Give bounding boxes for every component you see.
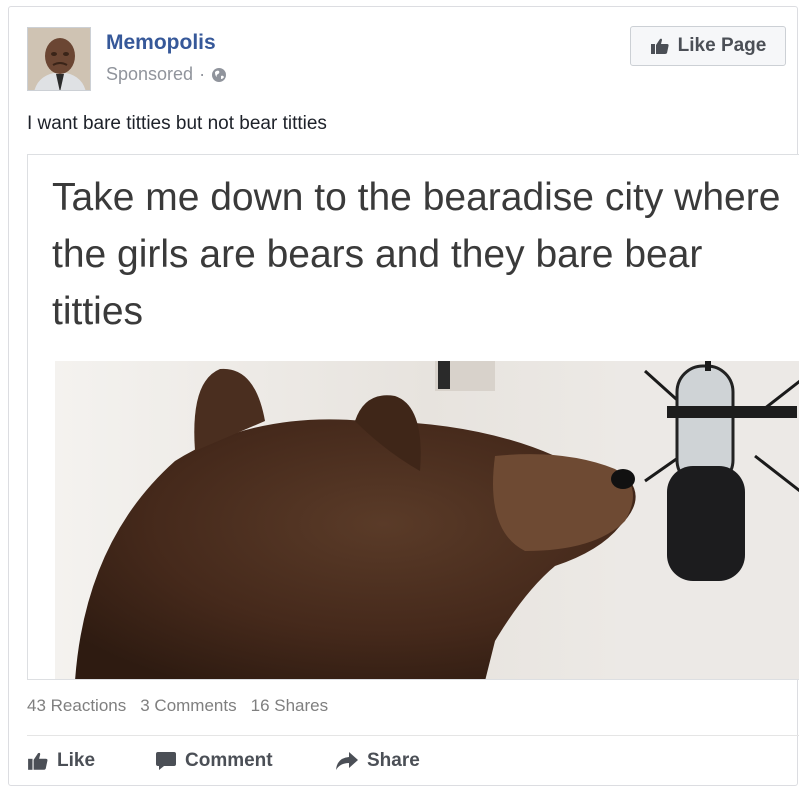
meme-caption: Take me down to the bearadise city where… [52, 176, 781, 333]
post-media[interactable]: Take me down to the bearadise city where… [27, 154, 799, 680]
share-arrow-icon [335, 751, 359, 771]
page-name-link[interactable]: Memopolis [106, 31, 216, 55]
like-button[interactable]: Like [27, 750, 155, 772]
like-label: Like [57, 750, 96, 771]
post-meta: Sponsored · [106, 64, 227, 85]
page-avatar[interactable] [27, 27, 91, 91]
comment-bubble-icon [155, 751, 177, 771]
sponsored-label[interactable]: Sponsored [106, 64, 193, 85]
reactions-count[interactable]: 43 Reactions [27, 696, 126, 716]
thumbs-up-icon [650, 37, 670, 55]
like-page-button[interactable]: Like Page [630, 26, 786, 66]
post-actions: Like Comment Share [27, 750, 420, 772]
shares-count[interactable]: 16 Shares [251, 696, 329, 716]
comment-label: Comment [185, 750, 273, 771]
thumbs-up-icon [27, 751, 49, 771]
post-card: Memopolis Sponsored · Like Page I want b… [8, 6, 799, 786]
share-button[interactable]: Share [335, 750, 420, 772]
share-label: Share [367, 750, 420, 771]
post-text: I want bare titties but not bear titties [27, 113, 327, 134]
meta-separator: · [199, 64, 206, 84]
globe-icon[interactable] [211, 67, 227, 83]
like-page-label: Like Page [677, 35, 767, 56]
comments-count[interactable]: 3 Comments [140, 696, 236, 716]
engagement-stats: 43 Reactions 3 Comments 16 Shares [27, 696, 328, 716]
bear-microphone-photo [55, 361, 799, 679]
comment-button[interactable]: Comment [155, 750, 335, 772]
action-divider [27, 735, 799, 736]
